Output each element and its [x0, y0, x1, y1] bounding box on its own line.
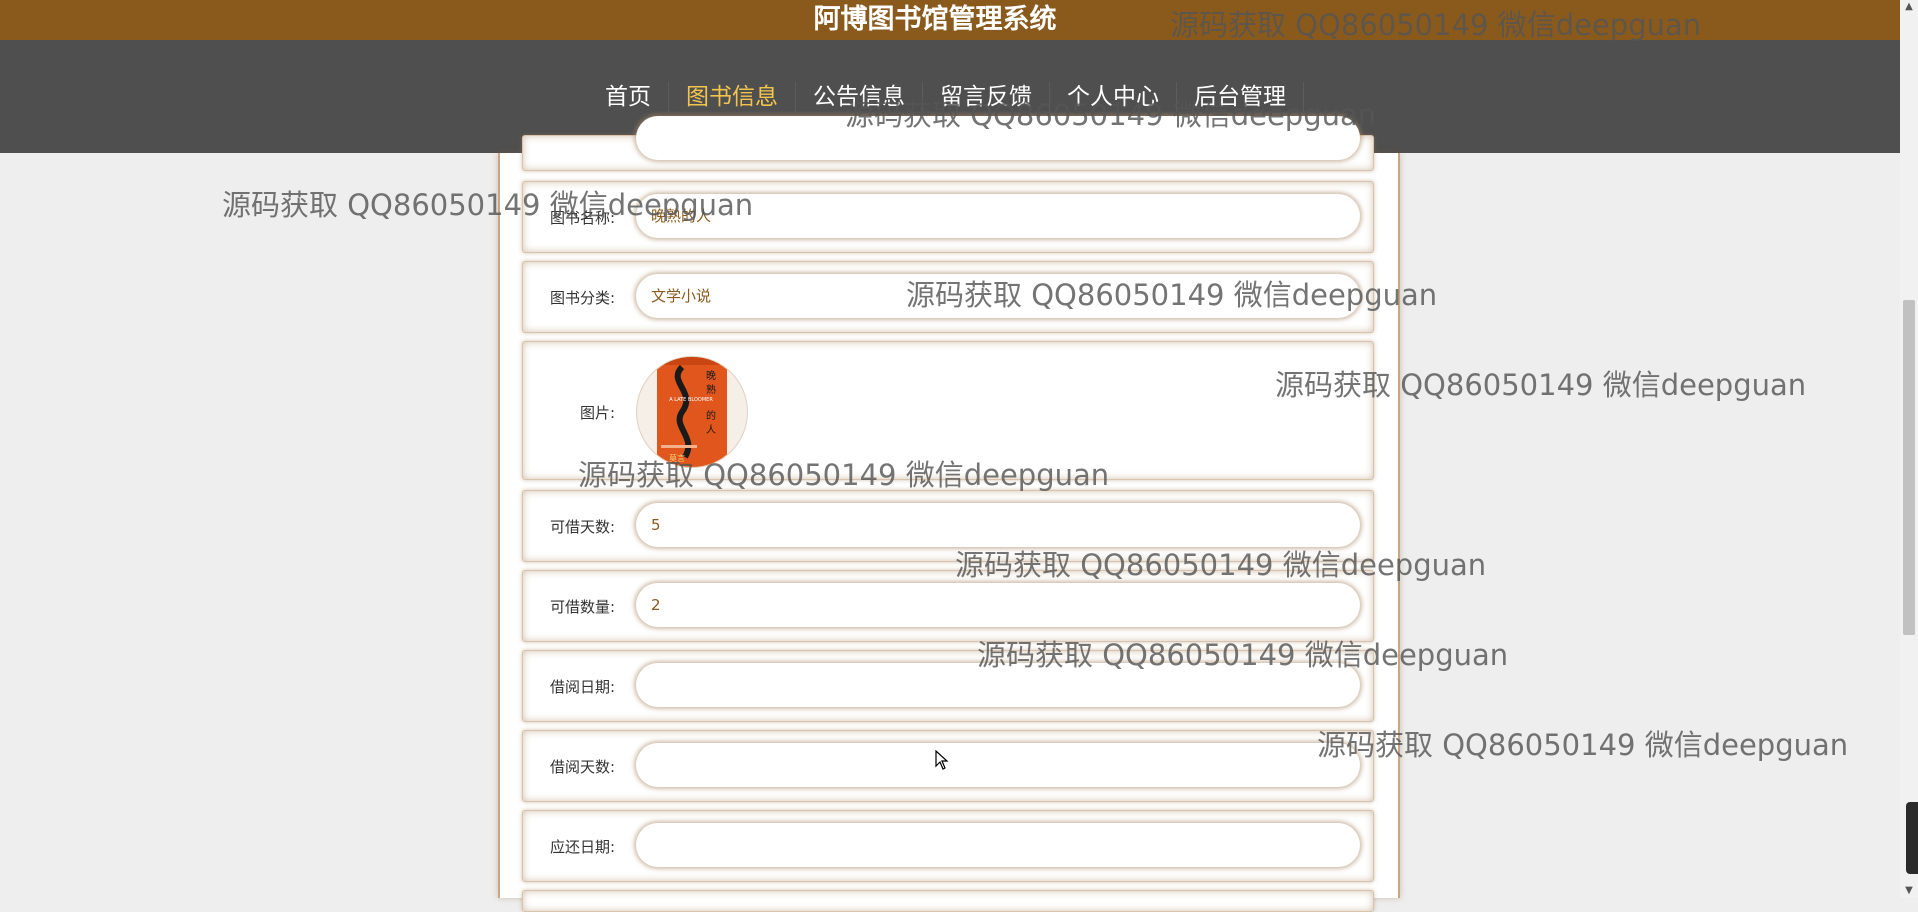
scroll-up-icon[interactable]: ▲ — [1903, 0, 1915, 14]
nav-item-books[interactable]: 图书信息 — [669, 81, 796, 112]
cover-title-glyph-3: 的 — [706, 409, 716, 422]
return-date-field[interactable] — [636, 823, 1360, 867]
loan-quantity-field[interactable]: 2 — [636, 583, 1360, 627]
category-label: 图书分类: — [549, 289, 615, 307]
mouse-pointer-icon — [935, 750, 949, 770]
form-row-partial — [522, 116, 1374, 171]
cover-title-glyph-1: 晚 — [706, 370, 716, 382]
side-widget[interactable] — [1906, 802, 1918, 874]
scroll-down-icon[interactable]: ▼ — [1903, 884, 1915, 898]
watermark-text: 源码获取 QQ86050149 微信deepguan — [1317, 728, 1849, 762]
borrow-days-field[interactable] — [636, 743, 1360, 787]
borrow-days-label: 借阅天数: — [549, 758, 615, 776]
watermark-text: 源码获取 QQ86050149 微信deepguan — [578, 458, 1110, 492]
form-row-partial-bottom — [522, 890, 1374, 912]
borrow-date-label: 借阅日期: — [549, 678, 615, 696]
watermark-text: 源码获取 QQ86050149 微信deepguan — [906, 278, 1438, 312]
loan-quantity-label: 可借数量: — [549, 598, 615, 616]
watermark-text: 源码获取 QQ86050149 微信deepguan — [955, 548, 1487, 582]
image-label: 图片: — [579, 404, 615, 422]
nav-item-home[interactable]: 首页 — [588, 81, 669, 112]
cover-title-glyph-2: 熟 — [706, 383, 716, 396]
return-date-label: 应还日期: — [549, 838, 615, 856]
loan-days-field[interactable]: 5 — [636, 503, 1360, 547]
watermark-text: 源码获取 QQ86050149 微信deepguan — [1275, 368, 1807, 402]
watermark-text: 源码获取 QQ86050149 微信deepguan — [1170, 8, 1702, 42]
watermark-text: 源码获取 QQ86050149 微信deepguan — [845, 98, 1377, 132]
watermark-text: 源码获取 QQ86050149 微信deepguan — [222, 188, 754, 222]
scroll-thumb[interactable] — [1903, 300, 1915, 635]
cover-subtitle: A LATE BLOOMER — [669, 397, 713, 403]
loan-days-label: 可借天数: — [549, 518, 615, 536]
cover-title-glyph-4: 人 — [706, 424, 716, 436]
book-cover-art: 晚 熟 的 人 A LATE BLOOMER 莫言 — [657, 357, 727, 467]
form-row-return-date: 应还日期: — [522, 810, 1374, 882]
watermark-text: 源码获取 QQ86050149 微信deepguan — [977, 638, 1509, 672]
